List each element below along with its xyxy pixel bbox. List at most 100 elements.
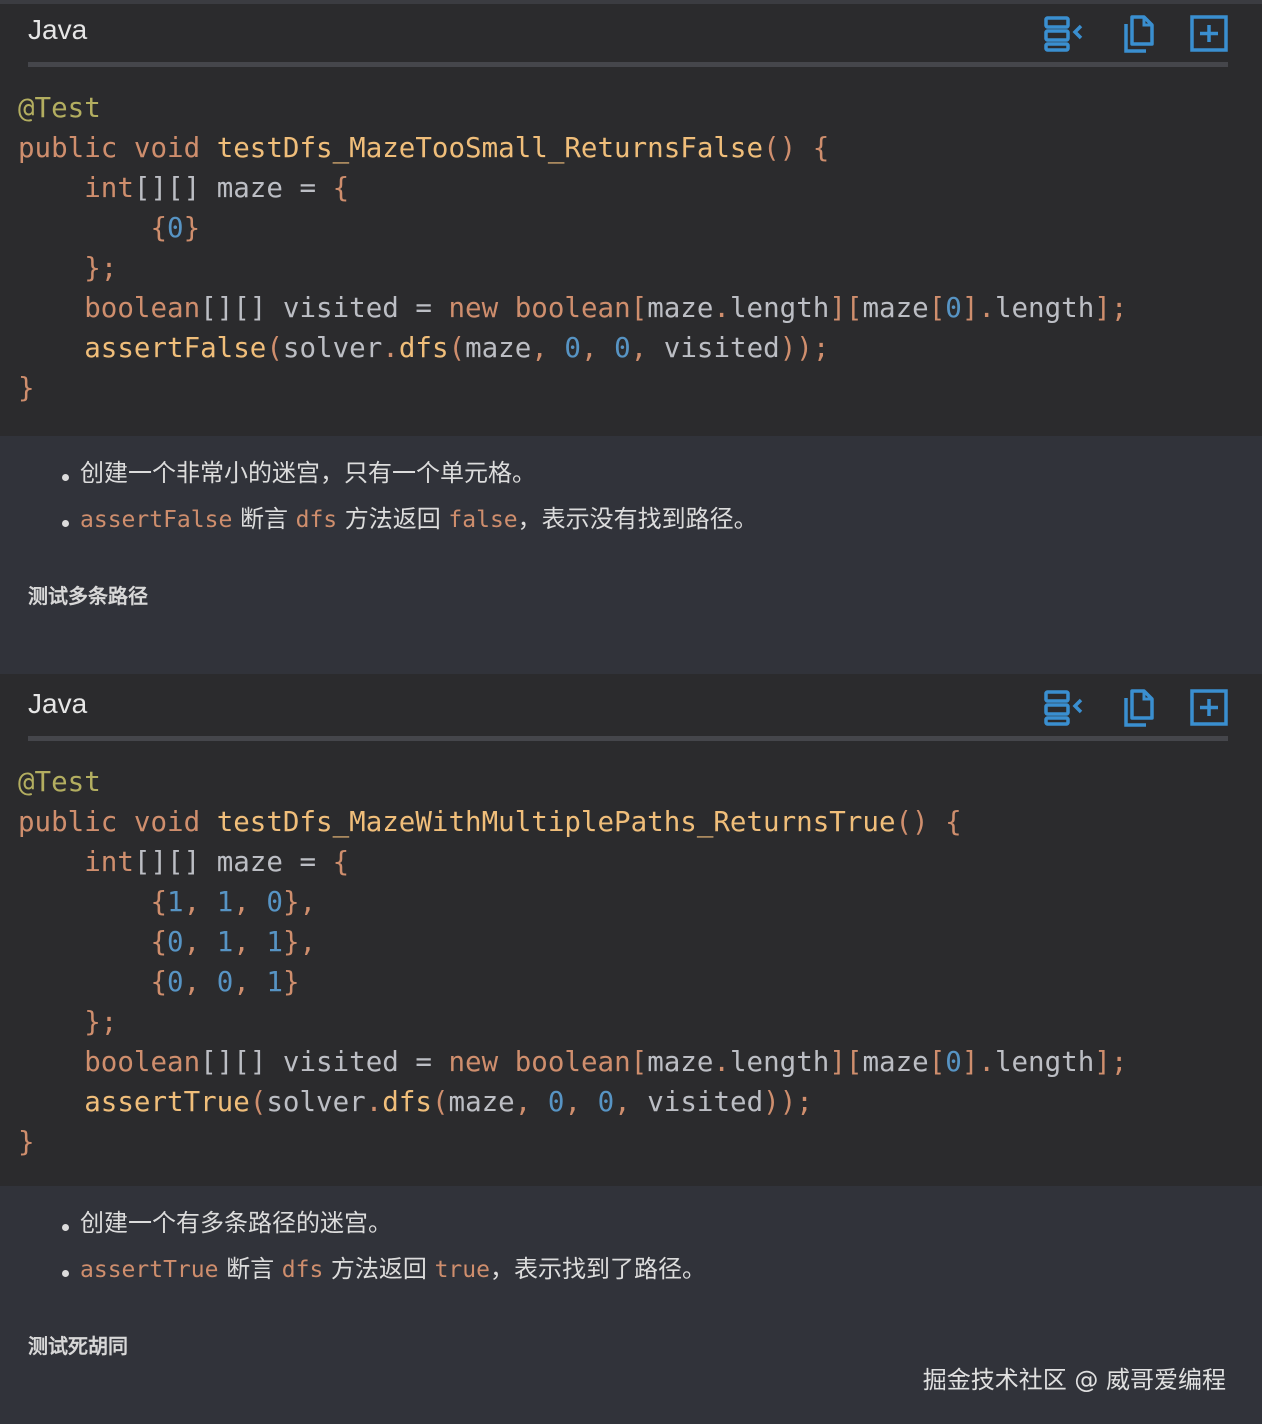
- code-token: testDfs_MazeWithMultiplePaths_ReturnsTru…: [216, 806, 896, 838]
- watermark: 掘金技术社区 @ 威哥爱编程: [922, 1366, 1226, 1394]
- code-token: length: [994, 292, 1095, 324]
- code-token: 0: [266, 886, 283, 918]
- header-divider: [28, 736, 1228, 741]
- code-content[interactable]: @Test public void testDfs_MazeWithMultipl…: [18, 762, 1127, 1162]
- code-line: int[][] maze = {: [18, 168, 1127, 208]
- code-line: int[][] maze = {: [18, 842, 1127, 882]
- code-token: @Test: [18, 92, 101, 124]
- code-line: boolean[][] visited = new boolean[maze.l…: [18, 288, 1127, 328]
- code-line: };: [18, 1002, 1127, 1042]
- code-token: ][: [829, 1046, 863, 1078]
- copy-button[interactable]: [1118, 688, 1160, 728]
- list-item: 创建一个非常小的迷宫，只有一个单元格。: [60, 450, 758, 496]
- code-line: };: [18, 248, 1127, 288]
- code-token: ];: [1094, 1046, 1128, 1078]
- code-token: testDfs_MazeTooSmall_ReturnsFalse: [216, 132, 764, 164]
- code-token: 0: [547, 1086, 565, 1118]
- list-item-text: 方法返回: [337, 505, 449, 533]
- code-token: ,: [514, 1086, 548, 1118]
- code-token: ];: [1094, 292, 1128, 324]
- code-token: 1: [216, 926, 234, 958]
- code-token: (: [249, 1086, 267, 1118]
- inline-code: false: [448, 507, 518, 533]
- code-token: ,: [183, 966, 217, 998]
- code-token: 0: [945, 292, 962, 324]
- code-token: assertFalse: [84, 332, 267, 364]
- code-token: public void: [18, 132, 217, 164]
- code-token: .: [713, 1046, 730, 1078]
- code-token: [: [630, 1046, 648, 1078]
- explanation-list: 创建一个有多条路径的迷宫。 assertTrue 断言 dfs 方法返回 true…: [60, 1200, 706, 1292]
- code-line: assertFalse(solver.dfs(maze, 0, 0, visit…: [18, 328, 1127, 368]
- header-divider: [28, 62, 1228, 67]
- language-label: Java: [28, 14, 88, 45]
- list-item-text: 创建一个非常小的迷宫，只有一个单元格。: [80, 459, 536, 487]
- code-token: maze: [448, 1086, 515, 1118]
- expand-button[interactable]: [1188, 688, 1230, 728]
- code-token: visited: [647, 1086, 764, 1118]
- code-token: int: [84, 846, 134, 878]
- expand-icon: [1190, 15, 1228, 52]
- code-block: Java @Test public void testDf: [0, 0, 1262, 436]
- code-line: {1, 1, 0},: [18, 882, 1127, 922]
- code-token: 0: [945, 1046, 962, 1078]
- code-line: {0, 1, 1},: [18, 922, 1127, 962]
- code-line: public void testDfs_MazeWithMultiplePath…: [18, 802, 1127, 842]
- list-item-text: 断言: [232, 505, 296, 533]
- code-token: int: [84, 172, 134, 204]
- code-token: ].: [961, 1046, 995, 1078]
- code-token: {: [332, 172, 350, 204]
- expand-icon: [1190, 689, 1228, 726]
- list-item-text: ，表示找到了路径。: [489, 1255, 706, 1283]
- code-token: }: [183, 212, 201, 244]
- code-token: [: [630, 292, 648, 324]
- code-header: Java: [0, 0, 1262, 67]
- code-token: [][] maze =: [133, 172, 333, 204]
- code-token: ,: [614, 1086, 648, 1118]
- list-item-text: ，表示没有找到路径。: [517, 505, 758, 533]
- code-token: }: [18, 372, 35, 404]
- code-token: ].: [961, 292, 995, 324]
- code-token: solver: [266, 1086, 366, 1118]
- code-token: 1: [167, 886, 184, 918]
- code-line: boolean[][] visited = new boolean[maze.l…: [18, 1042, 1127, 1082]
- code-token: },: [282, 926, 317, 958]
- code-token: },: [282, 886, 317, 918]
- code-token: 1: [266, 966, 283, 998]
- code-line: @Test: [18, 88, 1127, 128]
- code-line: {0}: [18, 208, 1127, 248]
- wrap-lines-button[interactable]: [1043, 688, 1085, 728]
- code-token: {: [150, 886, 168, 918]
- code-token: boolean: [84, 292, 201, 324]
- code-token: 1: [216, 886, 234, 918]
- inline-code: dfs: [281, 1257, 324, 1283]
- code-token: 0: [614, 332, 631, 364]
- code-token: {: [150, 966, 168, 998]
- code-token: {: [150, 212, 168, 244]
- expand-button[interactable]: [1188, 14, 1230, 54]
- code-line: {0, 0, 1}: [18, 962, 1127, 1002]
- code-line: @Test: [18, 762, 1127, 802]
- code-token: assertTrue: [84, 1086, 250, 1118]
- code-token: ,: [183, 926, 217, 958]
- copy-button[interactable]: [1118, 14, 1160, 54]
- code-content[interactable]: @Test public void testDfs_MazeTooSmall_Re…: [18, 88, 1127, 408]
- list-item-text: 断言: [218, 1255, 282, 1283]
- wrap-lines-button[interactable]: [1043, 14, 1085, 54]
- list-item: assertTrue 断言 dfs 方法返回 true，表示找到了路径。: [60, 1246, 706, 1292]
- list-item-text: 方法返回: [323, 1255, 435, 1283]
- section-heading: 测试死胡同: [28, 1334, 128, 1358]
- inline-code: dfs: [295, 507, 338, 533]
- code-token: [: [928, 1046, 946, 1078]
- code-token: 0: [564, 332, 581, 364]
- code-token: 0: [167, 926, 184, 958]
- code-token: ][: [829, 292, 863, 324]
